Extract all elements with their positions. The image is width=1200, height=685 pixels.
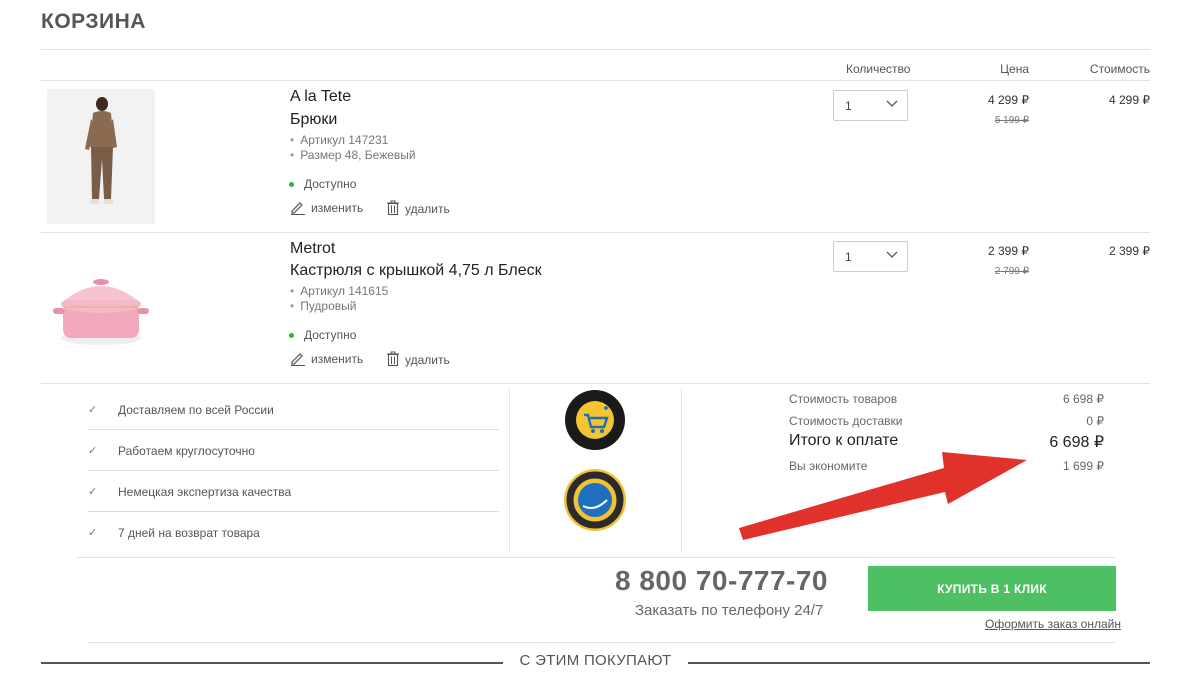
check-icon: ✓ (88, 527, 98, 539)
divider (681, 389, 682, 552)
product-variant: Размер 48, Бежевый (290, 148, 415, 163)
divider (41, 662, 503, 664)
edit-label: изменить (311, 352, 364, 366)
edit-item-button[interactable]: изменить (290, 351, 363, 366)
column-header-price: Цена (1000, 62, 1029, 76)
product-variant: Пудровый (290, 299, 388, 314)
quantity-select[interactable]: 1 (833, 241, 908, 272)
product-image-pot[interactable] (47, 274, 155, 354)
product-sku: Артикул 147231 (290, 133, 416, 148)
edit-item-button[interactable]: изменить (290, 200, 363, 215)
divider (41, 49, 1150, 50)
edit-label: изменить (311, 201, 364, 215)
feature-text: Работаем круглосуточно (118, 444, 255, 458)
quantity-select[interactable]: 1 (833, 90, 908, 121)
item-cost: 2 399 ₽ (1109, 244, 1150, 258)
goods-cost-value: 6 698 ₽ (1063, 392, 1104, 406)
feature-text: Доставляем по всей России (118, 403, 274, 417)
availability-label: Доступно (304, 328, 357, 342)
buy-one-click-button[interactable]: КУПИТЬ В 1 КЛИК (868, 566, 1116, 611)
divider (509, 389, 510, 552)
item-price: 2 399 ₽ (988, 244, 1029, 258)
product-properties: Артикул 147231 Размер 48, Бежевый (290, 133, 416, 163)
product-properties: Артикул 141615 Пудровый (290, 284, 388, 314)
product-name[interactable]: Кастрюля с крышкой 4,75 л Блеск (290, 262, 542, 280)
divider (76, 557, 1116, 558)
pencil-icon (291, 353, 305, 366)
column-header-cost: Стоимость (1089, 62, 1150, 76)
item-old-price: 2 799 ₽ (994, 266, 1029, 277)
product-image-pants[interactable] (47, 89, 155, 224)
feature-item: ✓ Доставляем по всей России (88, 389, 499, 430)
remove-label: удалить (405, 202, 450, 216)
divider (41, 383, 1150, 384)
item-old-price: 5 199 ₽ (994, 115, 1029, 126)
feature-item: ✓ 7 дней на возврат товара (88, 512, 499, 553)
available-dot-icon (289, 333, 294, 339)
item-cost: 4 299 ₽ (1109, 93, 1150, 107)
feature-text: Немецкая экспертиза качества (118, 485, 292, 499)
product-sku: Артикул 141615 (290, 284, 388, 299)
related-products-title: С ЭТИМ ПОКУПАЮТ (519, 652, 672, 669)
delivery-cost-label: Стоимость доставки (789, 414, 903, 428)
pencil-icon (291, 202, 305, 215)
quantity-value: 1 (845, 99, 852, 113)
chevron-down-icon (886, 251, 898, 258)
divider (41, 232, 1150, 233)
availability-label: Доступно (304, 177, 357, 191)
product-brand[interactable]: Metrot (290, 240, 335, 258)
divider (41, 80, 1150, 81)
trusted-purchase-badge (561, 388, 629, 457)
divider (88, 642, 1116, 643)
item-price: 4 299 ₽ (988, 93, 1029, 107)
check-icon: ✓ (88, 445, 98, 457)
feature-item: ✓ Немецкая экспертиза качества (88, 471, 499, 512)
product-brand[interactable]: A la Tete (290, 88, 351, 106)
availability-status: Доступно (289, 328, 356, 342)
page-title: КОРЗИНА (41, 10, 146, 33)
ecommerce-europe-badge (561, 466, 629, 539)
trash-icon (387, 200, 399, 216)
quantity-value: 1 (845, 250, 852, 264)
remove-item-button[interactable]: удалить (386, 200, 450, 216)
chevron-down-icon (886, 100, 898, 107)
checkout-online-link[interactable]: Оформить заказ онлайн (985, 617, 1121, 631)
available-dot-icon (289, 182, 294, 188)
remove-item-button[interactable]: удалить (386, 351, 450, 367)
column-header-quantity: Количество (846, 62, 911, 76)
annotation-arrow-icon (739, 452, 1027, 540)
product-name[interactable]: Брюки (290, 111, 337, 129)
check-icon: ✓ (88, 404, 98, 416)
order-phone-caption: Заказать по телефону 24/7 (635, 602, 824, 619)
goods-cost-label: Стоимость товаров (789, 392, 898, 406)
trash-icon (387, 351, 399, 367)
remove-label: удалить (405, 353, 450, 367)
order-phone-number[interactable]: 8 800 70-777-70 (615, 565, 828, 597)
delivery-cost-value: 0 ₽ (1086, 414, 1104, 428)
divider (688, 662, 1150, 664)
feature-text: 7 дней на возврат товара (118, 526, 260, 540)
availability-status: Доступно (289, 177, 356, 191)
check-icon: ✓ (88, 486, 98, 498)
feature-item: ✓ Работаем круглосуточно (88, 430, 499, 471)
